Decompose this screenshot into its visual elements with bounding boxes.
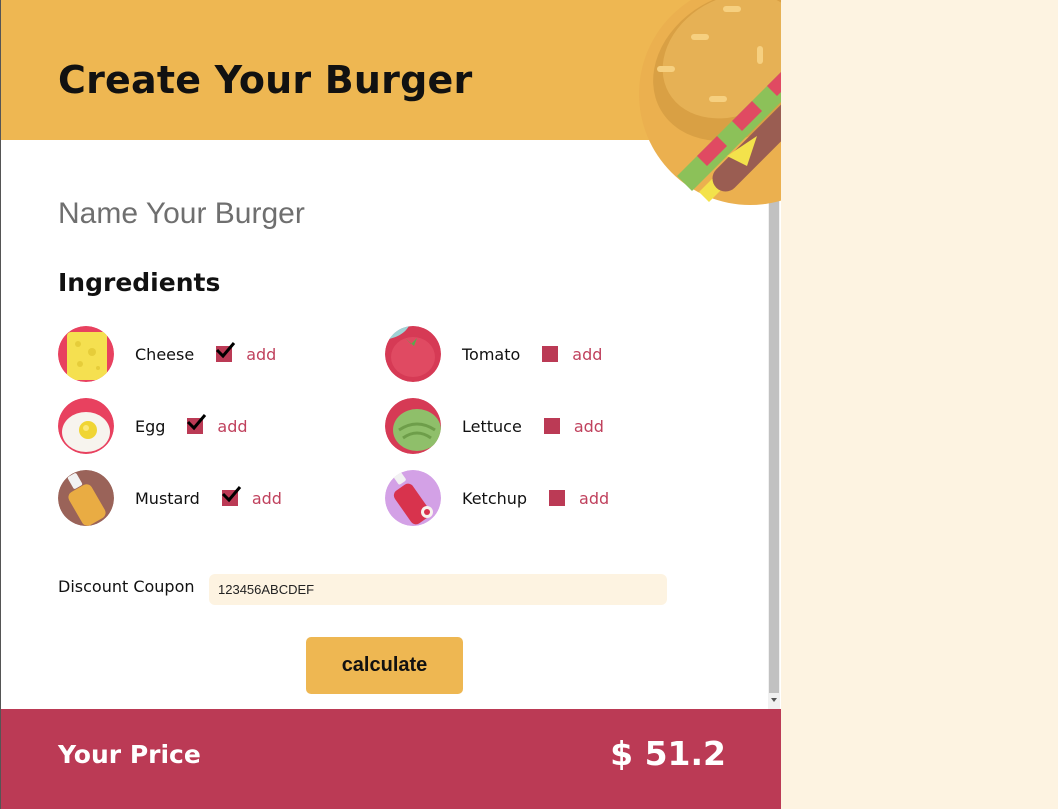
ingredient-add-link[interactable]: add [579, 489, 609, 508]
tomato-icon [385, 326, 441, 382]
calculate-button[interactable]: calculate [306, 637, 463, 694]
page-title: Create Your Burger [58, 58, 473, 102]
lettuce-icon [385, 398, 441, 454]
checkmark-icon [221, 486, 241, 503]
burger-builder-card: Create Your Burger Ingredients Cheese ad… [0, 0, 781, 809]
checkmark-icon [216, 342, 236, 359]
ingredient-label: Mustard [135, 488, 200, 508]
ingredient-lettuce: Lettuce add [385, 398, 604, 454]
coupon-label: Discount Coupon [58, 577, 195, 596]
ingredient-add-link[interactable]: add [252, 489, 282, 508]
ingredient-label: Tomato [462, 344, 521, 364]
ingredient-checkbox[interactable] [543, 418, 560, 434]
ingredient-checkbox[interactable] [216, 342, 236, 362]
ingredient-checkbox[interactable] [542, 346, 559, 362]
egg-icon [58, 398, 114, 454]
scrollbar-thumb[interactable] [769, 200, 779, 693]
ingredient-add-link[interactable]: add [572, 345, 602, 364]
ingredient-label: Egg [135, 416, 166, 436]
ingredient-label: Ketchup [462, 488, 528, 508]
ingredient-add-link[interactable]: add [217, 417, 247, 436]
checkmark-icon [187, 414, 207, 431]
ingredient-mustard: Mustard add [58, 470, 282, 526]
price-label: Your Price [58, 740, 201, 769]
ingredient-checkbox[interactable] [187, 414, 207, 434]
ingredient-cheese: Cheese add [58, 326, 276, 382]
ingredients-title: Ingredients [58, 268, 221, 297]
coupon-input[interactable] [209, 574, 667, 605]
ingredient-tomato: Tomato add [385, 326, 602, 382]
cheese-icon [58, 326, 114, 382]
ingredient-checkbox[interactable] [549, 490, 566, 506]
price-value: $ 51.2 [610, 734, 726, 773]
ingredient-label: Lettuce [462, 416, 522, 436]
burger-name-input[interactable] [58, 190, 658, 238]
ingredient-add-link[interactable]: add [574, 417, 604, 436]
scrollbar[interactable] [768, 140, 780, 709]
ingredient-ketchup: Ketchup add [385, 470, 609, 526]
ketchup-icon [385, 470, 441, 526]
scroll-down-arrow-icon[interactable] [771, 698, 777, 702]
mustard-icon [58, 470, 114, 526]
ingredient-checkbox[interactable] [221, 486, 241, 506]
ingredient-label: Cheese [135, 344, 195, 364]
ingredient-egg: Egg add [58, 398, 248, 454]
price-footer: Your Price $ 51.2 [1, 709, 781, 809]
burger-illustration-icon [639, 0, 781, 205]
ingredient-add-link[interactable]: add [246, 345, 276, 364]
